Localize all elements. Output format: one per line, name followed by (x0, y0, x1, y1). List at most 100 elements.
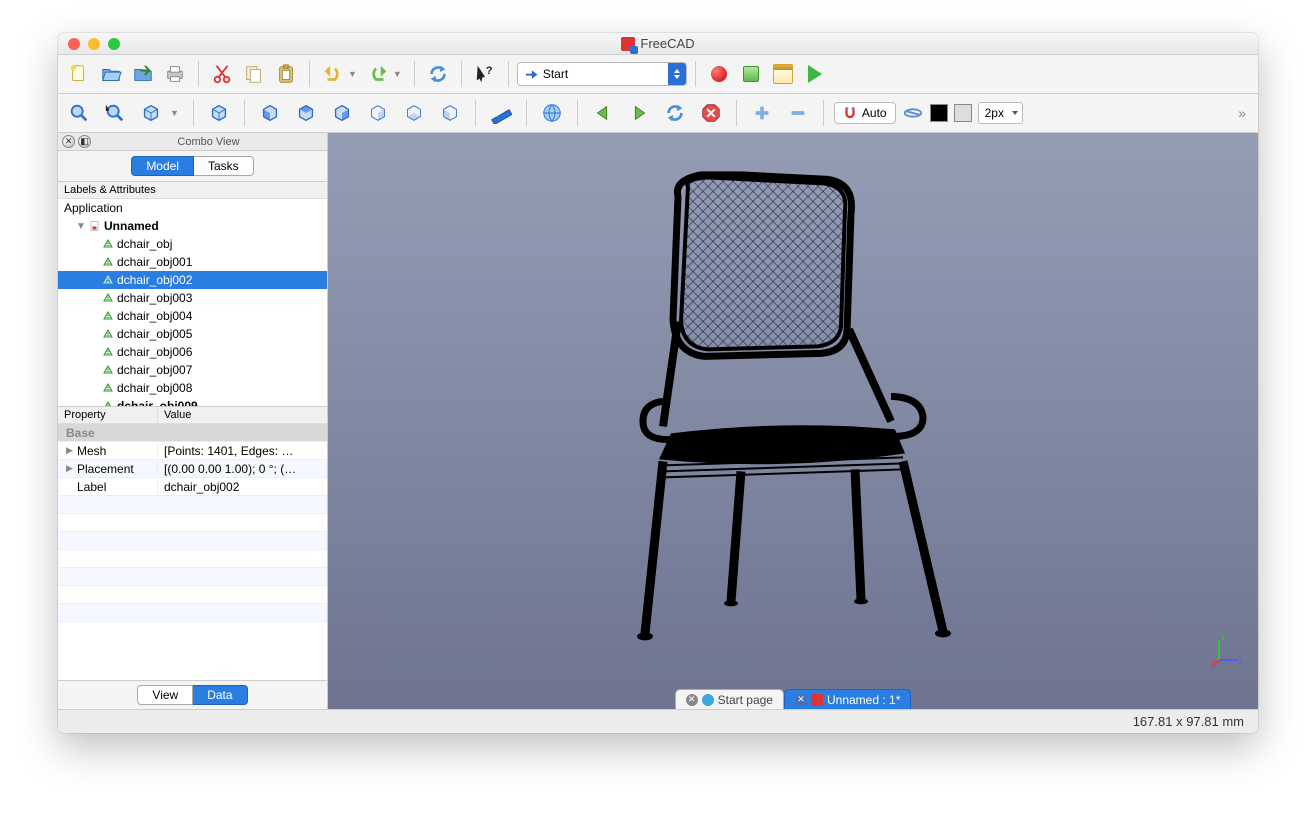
refresh-button[interactable] (423, 59, 453, 89)
tree-root-application[interactable]: Application (58, 199, 327, 217)
close-tab-icon[interactable]: ✕ (686, 694, 698, 706)
stop-icon (743, 66, 759, 82)
tree-item-label: dchair_obj008 (117, 381, 192, 395)
tree-item[interactable]: dchair_obj003 (58, 289, 327, 307)
undo-button[interactable] (318, 59, 348, 89)
property-table: Base ▶Mesh[Points: 1401, Edges: …▶Placem… (58, 424, 327, 680)
paste-button[interactable] (271, 59, 301, 89)
rear-view-button[interactable] (363, 98, 393, 128)
arrow-right-icon (524, 67, 538, 81)
macro-stop-button[interactable] (736, 59, 766, 89)
workbench-selected-label: Start (543, 67, 568, 81)
titlebar: FreeCAD (58, 33, 1258, 55)
property-columns: Property Value (58, 407, 327, 424)
tree-document[interactable]: ▼ Unnamed (58, 217, 327, 235)
doc-tab-startpage[interactable]: ✕ Start page (675, 689, 784, 709)
nav-stop-button[interactable] (696, 98, 726, 128)
tree-item[interactable]: dchair_obj004 (58, 307, 327, 325)
tree-item[interactable]: dchair_obj007 (58, 361, 327, 379)
zoom-in-button[interactable] (747, 98, 777, 128)
save-document-button[interactable] (128, 59, 158, 89)
mesh-icon (102, 346, 114, 358)
right-view-button[interactable] (327, 98, 357, 128)
doc-tab-unnamed[interactable]: ✕ Unnamed : 1* (784, 689, 911, 709)
nav-back-button[interactable] (588, 98, 618, 128)
undo-dropdown-caret[interactable]: ▼ (348, 69, 357, 79)
combo-view-panel: ✕ ◧ Combo View Model Tasks Labels & Attr… (58, 133, 328, 709)
top-view-button[interactable] (291, 98, 321, 128)
toolbar-overflow-icon[interactable]: » (1238, 105, 1252, 121)
tree-item[interactable]: dchair_obj005 (58, 325, 327, 343)
nav-refresh-button[interactable] (660, 98, 690, 128)
panel-close-icon[interactable]: ✕ (62, 135, 75, 148)
tab-tasks[interactable]: Tasks (194, 156, 254, 176)
tree-item[interactable]: dchair_obj006 (58, 343, 327, 361)
macro-execute-button[interactable] (800, 59, 830, 89)
left-view-button[interactable] (435, 98, 465, 128)
redo-button[interactable] (363, 59, 393, 89)
freecad-doc-icon (811, 694, 823, 706)
app-title-text: FreeCAD (640, 36, 694, 51)
linewidth-select[interactable]: 2px (978, 102, 1023, 124)
property-value: dchair_obj002 (158, 480, 327, 494)
app-window: FreeCAD ▼ ▼ ? Start (58, 33, 1258, 733)
cut-button[interactable] (207, 59, 237, 89)
macro-list-button[interactable] (768, 59, 798, 89)
draw-style-dropdown[interactable]: ▼ (170, 108, 179, 118)
view-toolbar: ▼ Auto 2px » (58, 94, 1258, 133)
face-color-swatch[interactable] (954, 104, 972, 122)
status-dimensions: 167.81 x 97.81 mm (1133, 714, 1244, 729)
front-view-button[interactable] (255, 98, 285, 128)
property-value: [(0.00 0.00 1.00); 0 °; (… (158, 462, 327, 476)
nav-forward-button[interactable] (624, 98, 654, 128)
property-row[interactable]: ▶Placement[(0.00 0.00 1.00); 0 °; (… (58, 460, 327, 478)
tree-item[interactable]: dchair_obj001 (58, 253, 327, 271)
tab-model[interactable]: Model (131, 156, 194, 176)
property-row[interactable]: ▶Mesh[Points: 1401, Edges: … (58, 442, 327, 460)
isometric-view-button[interactable] (204, 98, 234, 128)
whats-this-button[interactable]: ? (470, 59, 500, 89)
panel-float-icon[interactable]: ◧ (78, 135, 91, 148)
property-row[interactable]: Labeldchair_obj002 (58, 478, 327, 496)
fit-selection-button[interactable] (100, 98, 130, 128)
fit-all-button[interactable] (64, 98, 94, 128)
notepad-icon (773, 64, 793, 84)
tree-item[interactable]: dchair_obj (58, 235, 327, 253)
draw-style-button[interactable] (136, 98, 166, 128)
copy-button[interactable] (239, 59, 269, 89)
snap-auto-button[interactable]: Auto (834, 102, 896, 124)
tab-data[interactable]: Data (193, 685, 247, 705)
app-body: ✕ ◧ Combo View Model Tasks Labels & Attr… (58, 133, 1258, 709)
tab-view[interactable]: View (137, 685, 193, 705)
close-tab-icon[interactable]: ✕ (795, 694, 807, 706)
mesh-icon (102, 292, 114, 304)
linewidth-value: 2px (985, 106, 1004, 120)
tree-item[interactable]: dchair_obj002 (58, 271, 327, 289)
redo-dropdown-caret[interactable]: ▼ (393, 69, 402, 79)
tree-item-label: dchair_obj002 (117, 273, 192, 287)
macro-record-button[interactable] (704, 59, 734, 89)
workbench-selector[interactable]: Start (517, 62, 687, 86)
3d-viewport[interactable]: Y Z X ✕ Start page ✕ Unnamed : 1* (328, 133, 1258, 709)
measure-button[interactable] (486, 98, 516, 128)
disclosure-triangle-icon: ▼ (76, 221, 86, 232)
status-bar: 167.81 x 97.81 mm (58, 709, 1258, 733)
snap-auto-label: Auto (862, 106, 887, 120)
tree-item-label: dchair_obj006 (117, 345, 192, 359)
combo-view-title: Combo View (177, 136, 239, 148)
bottom-view-button[interactable] (399, 98, 429, 128)
chair-mesh-object[interactable] (623, 171, 963, 651)
tree-item-label: dchair_obj (117, 237, 172, 251)
web-home-button[interactable] (537, 98, 567, 128)
open-document-button[interactable] (96, 59, 126, 89)
construction-mode-button[interactable] (902, 98, 924, 128)
doc-tab-label: Start page (718, 693, 773, 707)
tree-item[interactable]: dchair_obj008 (58, 379, 327, 397)
line-color-swatch[interactable] (930, 104, 948, 122)
property-panel: Property Value Base ▶Mesh[Points: 1401, … (58, 407, 327, 709)
zoom-out-button[interactable] (783, 98, 813, 128)
new-document-button[interactable] (64, 59, 94, 89)
print-button[interactable] (160, 59, 190, 89)
tree-item-label: dchair_obj009 (117, 399, 198, 407)
tree-item[interactable]: dchair_obj009 (58, 397, 327, 407)
